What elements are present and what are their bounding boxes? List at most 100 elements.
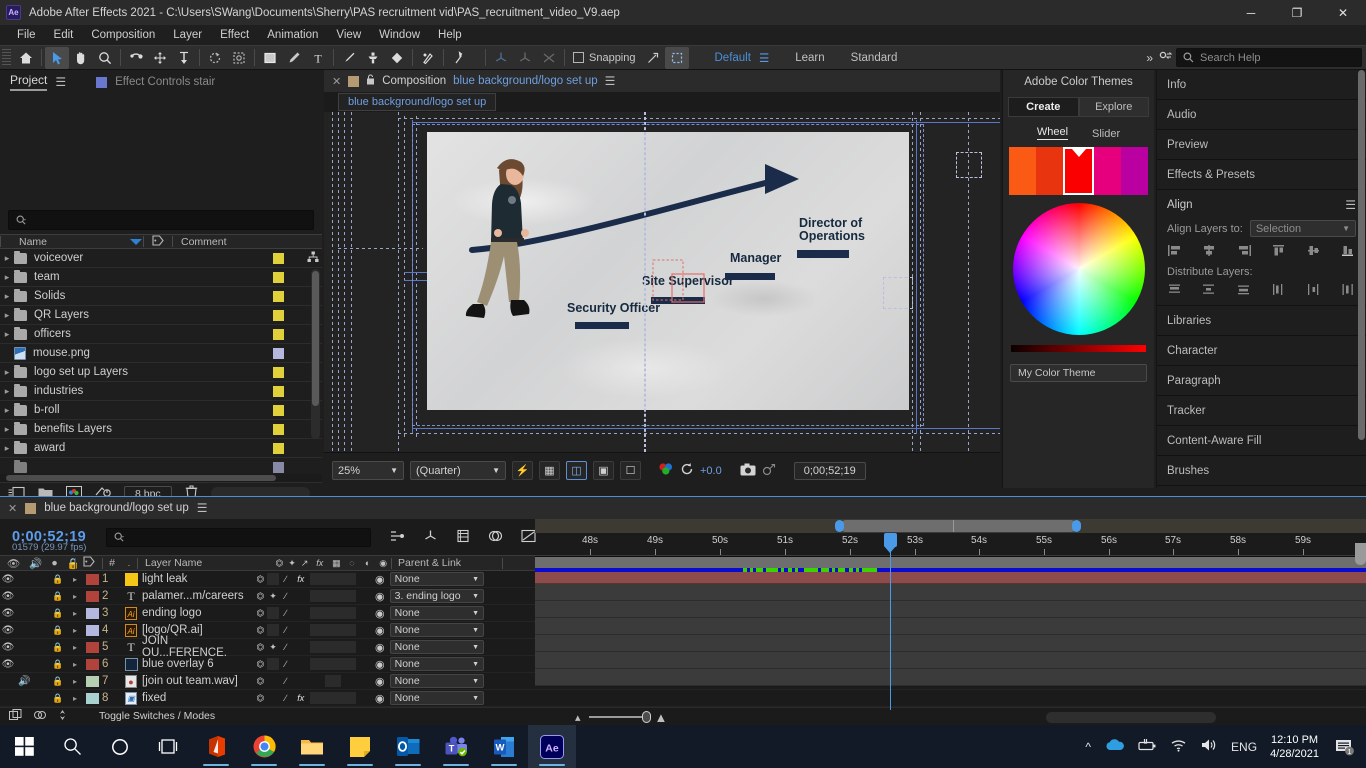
frame-blend-switch[interactable] [310, 675, 326, 687]
adjustment-switch[interactable] [340, 624, 357, 636]
video-toggle-icon[interactable]: 👁 [0, 591, 16, 602]
layer-name[interactable]: JOIN OU...FERENCE. [142, 635, 254, 659]
tab-create[interactable]: Create [1008, 97, 1079, 117]
shy-switch[interactable]: ⏣ [254, 692, 267, 704]
menu-window[interactable]: Window [370, 27, 429, 43]
timeline-comp-name[interactable]: blue background/logo set up [44, 502, 189, 514]
view-axis-mode-icon[interactable] [537, 47, 561, 69]
collapse-switch[interactable]: ✦ [267, 590, 280, 602]
lock-icon[interactable] [366, 74, 375, 88]
current-time-indicator[interactable] [884, 533, 897, 710]
layer-label-swatch[interactable] [83, 624, 102, 636]
panel-content-aware-fill[interactable]: Content-Aware Fill [1157, 426, 1366, 456]
project-item-list[interactable]: ▸ voiceover ▸ team ▸ Solids ▸ QR Layers ▸ off… [0, 249, 322, 474]
layer-switches[interactable]: ⏣ ∕ [254, 658, 372, 670]
lock-toggle-icon[interactable]: 🔒 [49, 693, 67, 704]
parent-select[interactable]: None ▼ [389, 623, 484, 637]
menu-help[interactable]: Help [429, 27, 471, 43]
menu-animation[interactable]: Animation [258, 27, 327, 43]
effects-switch[interactable]: fx [292, 573, 310, 585]
lock-toggle-icon[interactable]: 🔒 [49, 642, 67, 653]
align-top-icon[interactable] [1269, 243, 1288, 258]
layer-switches[interactable]: ⏣ ✦ ∕ [254, 590, 372, 602]
hierarchy-icon[interactable] [307, 251, 319, 266]
label-color-swatch[interactable] [273, 271, 284, 283]
layer-8-track[interactable] [535, 669, 1366, 686]
layer-switches[interactable]: ⏣ ∕ [254, 675, 372, 687]
wifi-icon[interactable] [1170, 738, 1187, 755]
project-row-2[interactable]: ▸ Solids [0, 287, 322, 306]
channel-select-icon[interactable] [658, 462, 674, 480]
panel-libraries[interactable]: Libraries [1157, 306, 1366, 336]
toggle-switches-modes-icon[interactable] [9, 708, 22, 724]
panel-info[interactable]: Info [1157, 70, 1366, 100]
clone-stamp-tool-icon[interactable] [361, 47, 385, 69]
panel-paragraph[interactable]: Paragraph [1157, 366, 1366, 396]
project-row-8[interactable]: ▸ b-roll [0, 401, 322, 420]
parent-select[interactable]: 3. ending logo ▼ [389, 589, 484, 603]
collapse-switch[interactable] [266, 624, 280, 636]
tab-explore[interactable]: Explore [1078, 97, 1149, 117]
battery-icon[interactable] [1137, 738, 1157, 755]
effects-switch[interactable] [292, 641, 310, 653]
parent-select[interactable]: None ▼ [389, 657, 484, 671]
outlook-icon[interactable] [384, 725, 432, 768]
project-vertical-scrollbar[interactable] [311, 269, 320, 439]
project-row-10[interactable]: ▸ award [0, 439, 322, 458]
parent-select[interactable]: None ▼ [389, 572, 484, 586]
color-swatch-4[interactable] [1121, 147, 1148, 195]
layer-switches[interactable]: ⏣ ∕ fx [254, 573, 372, 585]
quality-switch[interactable]: ∕ [279, 692, 292, 704]
panel-effects-presets[interactable]: Effects & Presets [1157, 160, 1366, 190]
parent-select[interactable]: None ▼ [389, 606, 484, 620]
work-area-strip[interactable] [535, 557, 1366, 568]
adjustment-switch[interactable] [340, 658, 357, 670]
effects-switch[interactable]: fx [292, 692, 310, 704]
zoom-tool-icon[interactable] [93, 47, 117, 69]
collapse-switch[interactable] [266, 607, 280, 619]
align-horizontal-center-icon[interactable] [1200, 243, 1219, 258]
task-view-icon[interactable] [144, 725, 192, 768]
panel-preview[interactable]: Preview [1157, 130, 1366, 160]
label-color-swatch[interactable] [273, 366, 284, 378]
adjustment-switch[interactable] [340, 590, 357, 602]
workspace-overflow-icon[interactable]: » [1146, 51, 1159, 65]
three-d-switch[interactable] [356, 692, 372, 704]
align-left-icon[interactable] [1165, 243, 1184, 258]
align-layers-to-select[interactable]: Selection ▼ [1249, 220, 1356, 237]
quality-switch[interactable]: ∕ [279, 590, 292, 602]
project-search-input[interactable] [8, 210, 314, 230]
parent-pick-whip-icon[interactable]: ◉ [375, 573, 385, 586]
adjustment-switch[interactable] [340, 692, 357, 704]
brightness-slider[interactable] [1011, 345, 1146, 352]
parent-link-cell[interactable]: ◉ None ▼ [372, 640, 484, 654]
timeline-search-input[interactable] [105, 527, 371, 547]
shy-switch[interactable]: ⏣ [254, 658, 267, 670]
timeline-ruler[interactable]: 48s 49s 50s 51s 52s 53s 54s 55s 56s 57s … [535, 533, 1366, 557]
shy-switch[interactable]: ⏣ [254, 573, 267, 585]
three-d-switch[interactable] [356, 590, 372, 602]
panel-character[interactable]: Character [1157, 336, 1366, 366]
zoom-out-icon[interactable]: ▴ [575, 711, 581, 724]
show-snapshot-icon[interactable] [762, 463, 777, 479]
composition-mini-flowchart-icon[interactable] [389, 529, 405, 546]
parent-pick-whip-icon[interactable]: ◉ [375, 675, 385, 688]
composition-viewer[interactable]: Security Officer Site Supervisor Manager… [324, 112, 1000, 452]
expand-layer-icon[interactable]: ▸ [67, 626, 83, 635]
column-name[interactable]: Name [1, 236, 143, 248]
local-axis-mode-icon[interactable] [489, 47, 513, 69]
rotation-tool-icon[interactable] [124, 47, 148, 69]
color-swatch-1[interactable] [1036, 147, 1063, 195]
onedrive-icon[interactable] [1104, 738, 1124, 755]
three-d-switch[interactable] [356, 607, 372, 619]
parent-select[interactable]: None ▼ [389, 691, 484, 705]
layer-name[interactable]: light leak [142, 573, 254, 585]
mode-slider[interactable]: Slider [1092, 128, 1120, 140]
expand-arrow-icon[interactable]: ▸ [0, 253, 14, 264]
expand-arrow-icon[interactable]: ▸ [0, 272, 14, 283]
toggle-guides-icon[interactable]: ☐ [620, 461, 641, 480]
panel-audio[interactable]: Audio [1157, 100, 1366, 130]
parent-pick-whip-icon[interactable]: ◉ [375, 607, 385, 620]
expand-arrow-icon[interactable]: ▸ [0, 424, 14, 435]
lock-toggle-icon[interactable]: 🔒 [49, 676, 67, 687]
